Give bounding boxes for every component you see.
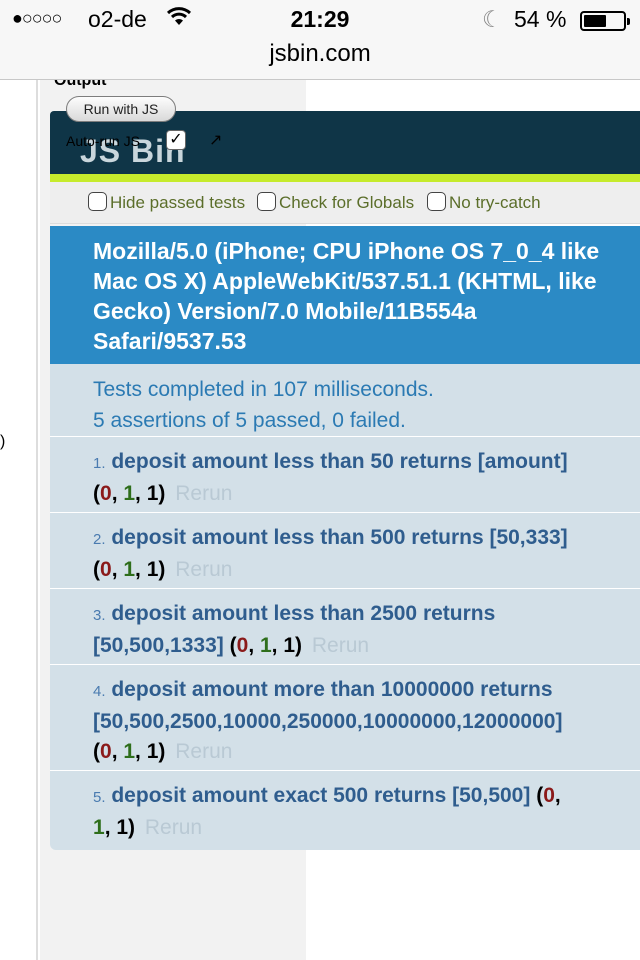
total-count: 1 <box>146 558 159 581</box>
header-accent-bar <box>50 174 640 182</box>
failed-count: 0 <box>100 740 112 763</box>
test-item[interactable]: 1. deposit amount less than 50 returns [… <box>50 436 640 512</box>
test-name-continued: [50,500,1333] <box>93 634 224 657</box>
autorun-label: Auto-run JS <box>66 133 140 149</box>
test-counts: (0, 1, 1) <box>229 634 303 657</box>
check-globals-checkbox[interactable] <box>257 192 276 211</box>
rerun-link[interactable]: Rerun <box>175 482 232 505</box>
total-count: 1 <box>283 634 296 657</box>
no-try-catch-checkbox[interactable] <box>427 192 446 211</box>
passed-count: 1 <box>123 482 136 505</box>
passed-count: 1 <box>93 816 105 839</box>
run-with-js-button[interactable]: Run with JS <box>66 96 176 122</box>
check-globals-option[interactable]: Check for Globals <box>257 192 414 213</box>
hide-passed-label: Hide passed tests <box>110 193 246 212</box>
autorun-checkbox[interactable]: ✓ <box>166 130 186 150</box>
do-not-disturb-moon-icon: ☾ <box>482 6 503 32</box>
user-agent-line: Gecko) Version/7.0 Mobile/11B554a <box>93 298 477 324</box>
user-agent-line: Mozilla/5.0 (iPhone; CPU iPhone OS 7_0_4… <box>93 238 600 264</box>
test-summary: Tests completed in 107 milliseconds. 5 a… <box>93 374 434 436</box>
test-item[interactable]: 3. deposit amount less than 2500 returns… <box>50 588 640 664</box>
test-name: deposit amount less than 50 returns [amo… <box>111 450 568 473</box>
check-globals-label: Check for Globals <box>279 193 415 212</box>
rerun-link[interactable]: Rerun <box>145 816 202 839</box>
editor-panel: ) <box>0 80 38 960</box>
test-counts: (0, 1, 1) <box>93 482 166 505</box>
test-number: 1. <box>93 455 106 472</box>
status-bar: ●○○○○ o2-de 21:29 ☾ 54 % <box>0 0 640 40</box>
failed-count: 0 <box>543 784 555 807</box>
failed-count: 0 <box>236 634 249 657</box>
popout-arrow-icon[interactable]: ↗ <box>209 130 222 150</box>
test-number: 4. <box>93 683 106 700</box>
failed-count: 0 <box>100 482 112 505</box>
test-counts: (0, 1, 1) <box>93 740 166 763</box>
test-counts: (0, 1, 1) <box>93 558 166 581</box>
test-item[interactable]: 4. deposit amount more than 10000000 ret… <box>50 664 640 770</box>
test-number: 2. <box>93 531 106 548</box>
battery-percent: 54 % <box>514 6 567 32</box>
total-count: 1 <box>146 482 159 505</box>
output-label: Output <box>54 80 107 89</box>
test-name: deposit amount exact 500 returns [50,500… <box>111 784 531 807</box>
test-item[interactable]: 2. deposit amount less than 500 returns … <box>50 512 640 588</box>
hide-passed-option[interactable]: Hide passed tests <box>88 192 245 213</box>
qunit-toolbar: Hide passed tests Check for Globals No t… <box>50 182 640 224</box>
total-count: 1 <box>116 816 129 839</box>
failed-count: 0 <box>100 558 112 581</box>
battery-icon <box>580 11 630 31</box>
url-text: jsbin.com <box>269 40 371 67</box>
editor-text: ) <box>0 433 6 450</box>
summary-assertions: 5 assertions of 5 passed, 0 failed. <box>93 409 406 432</box>
address-bar[interactable]: jsbin.com <box>0 36 640 80</box>
test-name: deposit amount more than 10000000 return… <box>111 678 553 701</box>
no-try-catch-label: No try-catch <box>449 193 541 212</box>
user-agent-line: Mac OS X) AppleWebKit/537.51.1 (KHTML, l… <box>93 268 597 294</box>
test-counts: 1, 1) <box>93 816 136 839</box>
passed-count: 1 <box>123 558 136 581</box>
test-name-continued: [50,500,2500,10000,250000,10000000,12000… <box>93 710 563 733</box>
user-agent-line: Safari/9537.53 <box>93 328 247 354</box>
test-name: deposit amount less than 500 returns [50… <box>111 526 568 549</box>
page-content: ) Output JS Bin Run with JS Auto-run JS … <box>0 80 640 960</box>
test-results: Tests completed in 107 milliseconds. 5 a… <box>50 364 640 850</box>
total-count: 1 <box>146 740 159 763</box>
test-item[interactable]: 5. deposit amount exact 500 returns [50,… <box>50 770 640 850</box>
no-try-catch-option[interactable]: No try-catch <box>427 192 541 213</box>
rerun-link[interactable]: Rerun <box>175 740 232 763</box>
test-name: deposit amount less than 2500 returns <box>111 602 496 625</box>
test-number: 5. <box>93 789 106 806</box>
summary-time: Tests completed in 107 milliseconds. <box>93 378 434 401</box>
user-agent-banner: Mozilla/5.0 (iPhone; CPU iPhone OS 7_0_4… <box>50 226 640 364</box>
rerun-link[interactable]: Rerun <box>312 634 369 657</box>
hide-passed-checkbox[interactable] <box>88 192 107 211</box>
passed-count: 1 <box>123 740 136 763</box>
test-number: 3. <box>93 607 106 624</box>
rerun-link[interactable]: Rerun <box>175 558 232 581</box>
passed-count: 1 <box>259 634 272 657</box>
